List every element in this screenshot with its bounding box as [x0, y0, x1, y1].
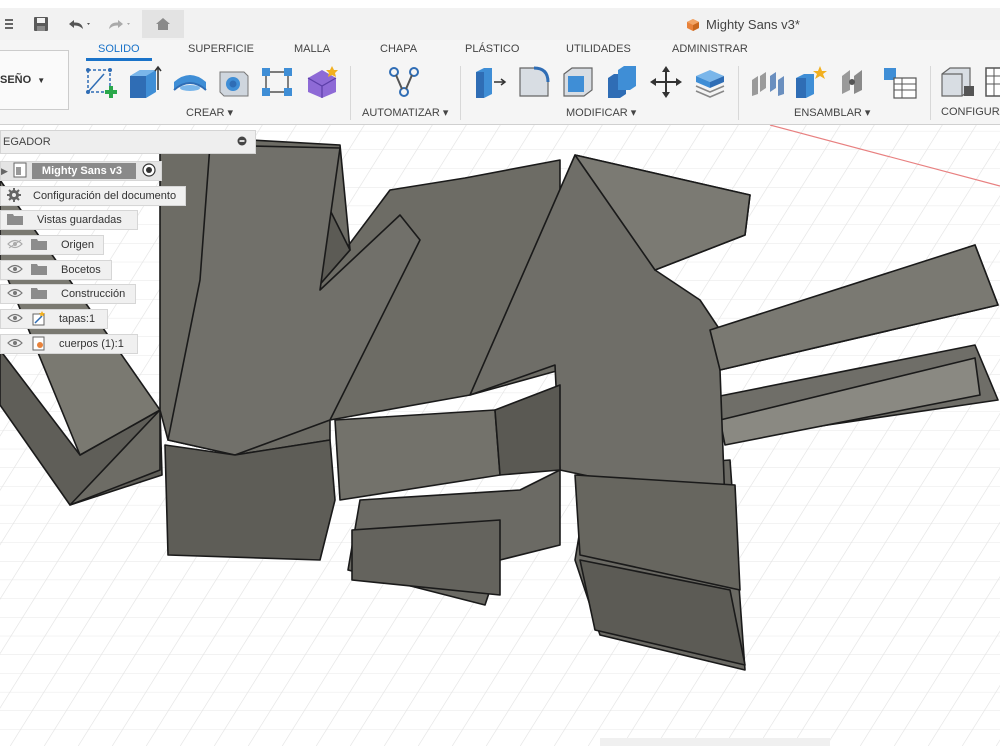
browser-item-construccion[interactable]: Construcción — [0, 284, 136, 304]
group-modificar[interactable]: MODIFICAR ▾ — [566, 106, 636, 119]
hole-icon[interactable] — [216, 64, 252, 100]
joint-icon[interactable] — [750, 64, 786, 100]
component-icon — [31, 335, 47, 354]
workspace-switcher[interactable]: SEÑO ▼ — [0, 50, 69, 110]
menu-icon[interactable] — [4, 12, 16, 36]
browser-item-origen[interactable]: Origen — [0, 235, 104, 255]
move-icon[interactable] — [648, 64, 684, 100]
eye-icon[interactable] — [7, 338, 23, 351]
browser-item-configuracion[interactable]: Configuración del documento — [0, 186, 186, 206]
undo-icon[interactable] — [64, 12, 94, 36]
tab-solido[interactable]: SOLIDO — [98, 43, 140, 55]
browser-item-label: Origen — [61, 239, 95, 251]
folder-icon — [31, 238, 47, 253]
tab-superficie[interactable]: SUPERFICIE — [188, 43, 254, 55]
group-automatizar[interactable]: AUTOMATIZAR ▾ — [362, 106, 448, 119]
eye-icon[interactable] — [7, 313, 23, 326]
tab-malla[interactable]: MALLA — [294, 43, 330, 55]
browser-root-node[interactable]: ▶ Mighty Sans v3 — [0, 161, 162, 181]
folder-icon — [31, 263, 47, 278]
browser-item-vistas-guardadas[interactable]: Vistas guardadas — [0, 210, 138, 230]
tab-plastico[interactable]: PLÁSTICO — [465, 43, 519, 55]
ribbon-separator — [350, 66, 351, 120]
viewport-canvas[interactable] — [0, 125, 1000, 746]
combine-icon[interactable] — [604, 64, 640, 100]
viewport-nav-bar[interactable] — [600, 738, 830, 746]
automate-icon[interactable] — [386, 64, 422, 100]
gear-icon — [7, 187, 21, 205]
redo-icon[interactable] — [104, 12, 134, 36]
front-block-left — [164, 439, 336, 561]
browser-item-cuerpos[interactable]: cuerpos (1):1 — [0, 334, 138, 354]
press-pull-icon[interactable] — [472, 64, 508, 100]
save-icon[interactable] — [30, 12, 52, 36]
root-node-label: Mighty Sans v3 — [31, 163, 136, 179]
browser-item-tapas[interactable]: tapas:1 — [0, 309, 108, 329]
browser-item-bocetos[interactable]: Bocetos — [0, 260, 112, 280]
pattern-icon[interactable] — [260, 64, 296, 100]
quick-access-toolbar: Mighty Sans v3* — [0, 8, 1000, 40]
document-icon — [12, 162, 28, 181]
folder-icon — [7, 213, 23, 228]
document-cube-icon — [687, 18, 699, 31]
appearance-icon[interactable] — [692, 64, 728, 100]
tab-administrar[interactable]: ADMINISTRAR — [672, 43, 748, 55]
browser-item-label: Vistas guardadas — [37, 214, 122, 226]
browser-panel: EGADOR — [0, 130, 256, 154]
ribbon-separator — [460, 66, 461, 120]
ribbon-separator — [738, 66, 739, 120]
group-configurar[interactable]: CONFIGURA — [941, 106, 1000, 118]
rigid-group-icon[interactable] — [838, 64, 874, 100]
activate-radio-icon[interactable] — [142, 162, 156, 180]
eye-icon[interactable] — [7, 264, 23, 277]
document-title: Mighty Sans v3* — [686, 17, 800, 32]
eye-hidden-icon[interactable] — [7, 239, 23, 252]
group-crear[interactable]: CREAR ▾ — [186, 106, 233, 119]
ribbon-separator — [930, 66, 931, 120]
configure-icon[interactable] — [940, 64, 976, 100]
extrude-icon[interactable] — [126, 64, 162, 100]
browser-item-label: Bocetos — [61, 264, 101, 276]
ribbon: SEÑO ▼ SOLIDO SUPERFICIE MALLA CHAPA PLÁ… — [0, 40, 1000, 125]
tab-chapa[interactable]: CHAPA — [380, 43, 417, 55]
browser-header: EGADOR — [0, 130, 256, 154]
browser-item-label: cuerpos (1):1 — [59, 338, 124, 350]
shell-icon[interactable] — [560, 64, 596, 100]
home-icon[interactable] — [142, 10, 184, 38]
group-ensamblar[interactable]: ENSAMBLAR ▾ — [794, 106, 870, 119]
create-sketch-icon[interactable] — [84, 64, 120, 100]
folder-icon — [31, 287, 47, 302]
create-form-icon[interactable] — [304, 64, 340, 100]
component-icon — [31, 310, 47, 329]
new-component-icon[interactable] — [794, 64, 830, 100]
expand-arrow-icon[interactable]: ▶ — [1, 166, 8, 177]
collapse-panel-icon[interactable] — [237, 136, 247, 149]
browser-item-label: Configuración del documento — [33, 190, 177, 202]
browser-title: EGADOR — [3, 136, 51, 148]
bill-of-materials-icon[interactable] — [882, 64, 918, 100]
tab-utilidades[interactable]: UTILIDADES — [566, 43, 631, 55]
revolve-icon[interactable] — [172, 64, 208, 100]
table-icon[interactable] — [982, 64, 1000, 100]
browser-item-label: tapas:1 — [59, 313, 96, 325]
chevron-down-icon: ▼ — [37, 75, 46, 85]
workspace-label: SEÑO — [0, 74, 32, 86]
eye-icon[interactable] — [7, 288, 23, 301]
active-tab-indicator — [86, 58, 152, 61]
fillet-icon[interactable] — [516, 64, 552, 100]
document-title-text: Mighty Sans v3* — [706, 17, 800, 32]
browser-item-label: Construcción — [61, 288, 126, 300]
